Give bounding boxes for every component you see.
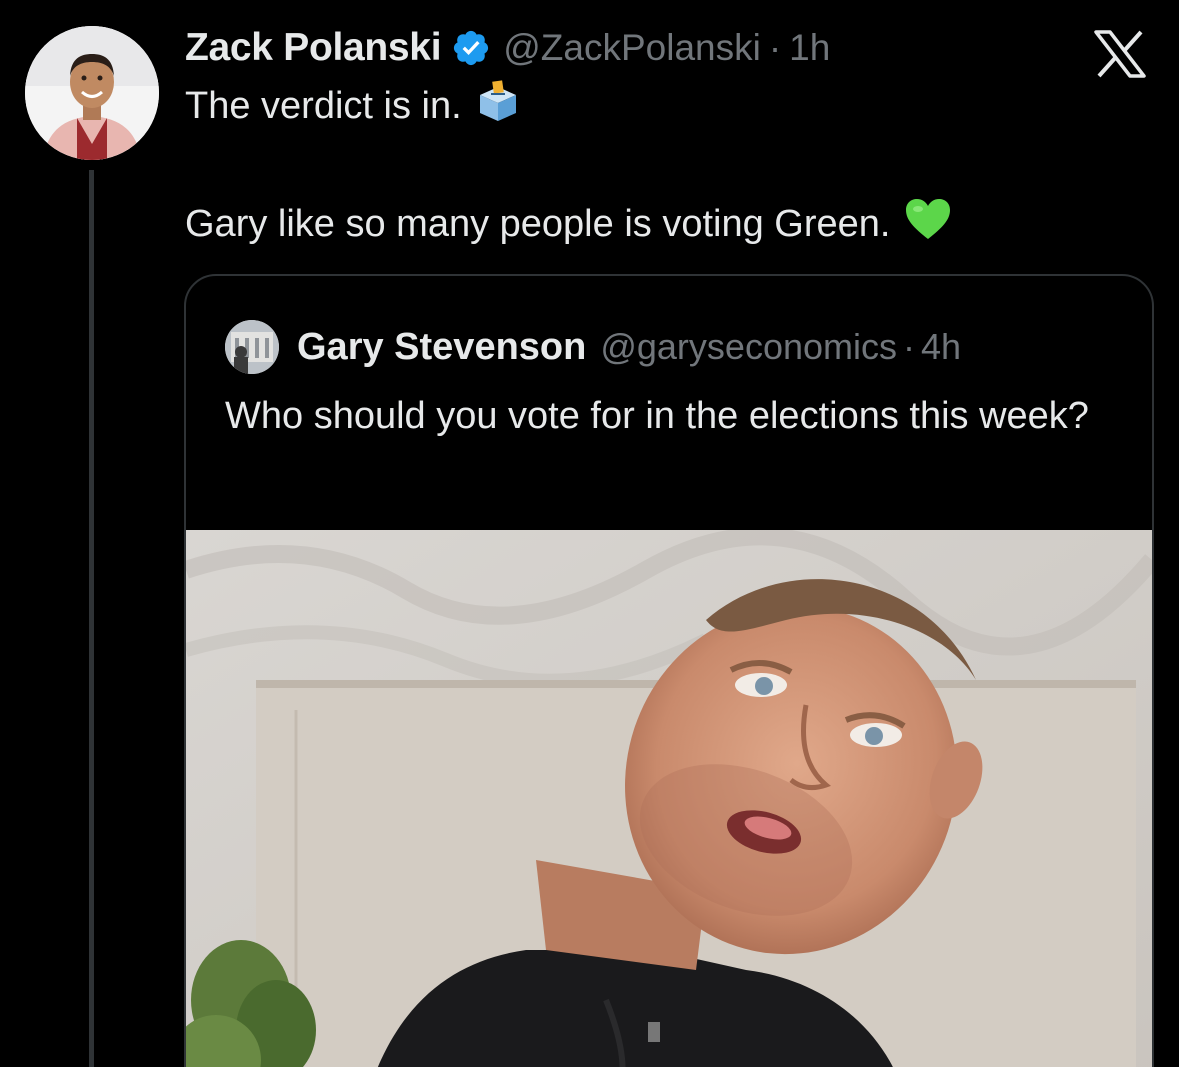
tweet-screen: Zack Polanski @ZackPolanski · 1h The ver… — [0, 0, 1179, 1067]
quoted-tweet-header: Gary Stevenson @garyseconomics · 4h — [297, 318, 961, 376]
tweet-text-verdict: The verdict is in. — [185, 84, 462, 127]
header-separator: · — [768, 27, 782, 68]
tweet-text-line-1: The verdict is in. — [185, 78, 520, 134]
verified-badge-icon — [451, 28, 491, 68]
ballot-box-icon — [476, 79, 520, 133]
quoted-tweet-card[interactable]: Gary Stevenson @garyseconomics · 4h Who … — [184, 274, 1154, 1067]
quoted-author-avatar[interactable] — [225, 320, 279, 374]
tweet-timestamp[interactable]: 1h — [789, 27, 830, 69]
quoted-author-handle[interactable]: @garyseconomics — [600, 326, 897, 368]
tweet-header: Zack Polanski @ZackPolanski · 1h — [185, 20, 830, 76]
green-heart-icon — [904, 197, 952, 251]
quoted-tweet-timestamp[interactable]: 4h — [921, 326, 961, 368]
thread-line — [89, 170, 94, 1067]
author-handle[interactable]: @ZackPolanski — [503, 27, 761, 69]
quoted-tweet-text: Who should you vote for in the elections… — [225, 395, 1089, 437]
tweet-text-line-2: Gary like so many people is voting Green… — [185, 196, 952, 252]
author-avatar[interactable] — [25, 26, 159, 160]
x-logo-icon — [1092, 30, 1148, 78]
quoted-tweet-media-image[interactable] — [186, 530, 1152, 1067]
tweet-text-voting-green: Gary like so many people is voting Green… — [185, 202, 891, 245]
author-display-name[interactable]: Zack Polanski — [185, 26, 442, 70]
quoted-header-separator: · — [903, 326, 915, 367]
quoted-author-display-name[interactable]: Gary Stevenson — [297, 326, 586, 369]
